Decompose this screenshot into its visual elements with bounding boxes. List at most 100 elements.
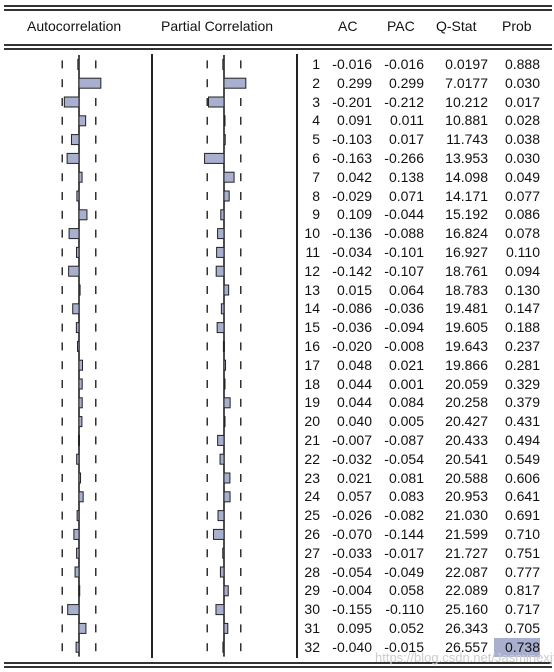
cell-ac[interactable]: 0.040 (322, 412, 372, 431)
cell-lag[interactable]: 28 (298, 563, 320, 582)
cell-lag[interactable]: 26 (298, 525, 320, 544)
cell-q[interactable]: 20.427 (428, 412, 488, 431)
cell-q[interactable]: 11.743 (428, 130, 488, 149)
cell-p[interactable]: 0.710 (494, 525, 540, 544)
cell-ac[interactable]: -0.029 (322, 187, 372, 206)
cell-pac[interactable]: -0.101 (376, 243, 424, 262)
cell-p[interactable]: 0.329 (494, 375, 540, 394)
cell-p[interactable]: 0.130 (494, 281, 540, 300)
cell-pac[interactable]: -0.088 (376, 224, 424, 243)
cell-lag[interactable]: 29 (298, 581, 320, 600)
cell-pac[interactable]: 0.052 (376, 619, 424, 638)
cell-q[interactable]: 13.953 (428, 149, 488, 168)
cell-ac[interactable]: -0.032 (322, 450, 372, 469)
cell-ac[interactable]: 0.091 (322, 111, 372, 130)
cell-pac[interactable]: 0.138 (376, 168, 424, 187)
cell-pac[interactable]: -0.094 (376, 318, 424, 337)
cell-p[interactable]: 0.494 (494, 431, 540, 450)
cell-q[interactable]: 20.588 (428, 469, 488, 488)
cell-lag[interactable]: 5 (298, 130, 320, 149)
cell-p[interactable]: 0.030 (494, 149, 540, 168)
cell-ac[interactable]: 0.015 (322, 281, 372, 300)
cell-p[interactable]: 0.431 (494, 412, 540, 431)
cell-q[interactable]: 21.599 (428, 525, 488, 544)
cell-p[interactable]: 0.549 (494, 450, 540, 469)
cell-p[interactable]: 0.751 (494, 544, 540, 563)
cell-ac[interactable]: -0.142 (322, 262, 372, 281)
cell-q[interactable]: 21.030 (428, 506, 488, 525)
cell-pac[interactable]: -0.054 (376, 450, 424, 469)
cell-p[interactable]: 0.077 (494, 187, 540, 206)
cell-p[interactable]: 0.717 (494, 600, 540, 619)
cell-q[interactable]: 18.783 (428, 281, 488, 300)
cell-ac[interactable]: -0.201 (322, 93, 372, 112)
cell-ac[interactable]: -0.070 (322, 525, 372, 544)
cell-q[interactable]: 14.098 (428, 168, 488, 187)
cell-ac[interactable]: -0.033 (322, 544, 372, 563)
cell-p[interactable]: 0.641 (494, 487, 540, 506)
cell-ac[interactable]: 0.021 (322, 469, 372, 488)
cell-lag[interactable]: 17 (298, 356, 320, 375)
cell-ac[interactable]: -0.103 (322, 130, 372, 149)
cell-q[interactable]: 19.605 (428, 318, 488, 337)
cell-p[interactable]: 0.705 (494, 619, 540, 638)
cell-pac[interactable]: -0.212 (376, 93, 424, 112)
cell-p[interactable]: 0.017 (494, 93, 540, 112)
cell-ac[interactable]: -0.163 (322, 149, 372, 168)
cell-lag[interactable]: 24 (298, 487, 320, 506)
cell-pac[interactable]: -0.036 (376, 299, 424, 318)
cell-q[interactable]: 21.727 (428, 544, 488, 563)
cell-q[interactable]: 19.481 (428, 299, 488, 318)
cell-lag[interactable]: 19 (298, 393, 320, 412)
cell-lag[interactable]: 8 (298, 187, 320, 206)
cell-ac[interactable]: -0.034 (322, 243, 372, 262)
cell-q[interactable]: 20.433 (428, 431, 488, 450)
cell-pac[interactable]: 0.083 (376, 487, 424, 506)
cell-lag[interactable]: 3 (298, 93, 320, 112)
cell-lag[interactable]: 1 (298, 55, 320, 74)
cell-pac[interactable]: 0.017 (376, 130, 424, 149)
cell-ac[interactable]: -0.036 (322, 318, 372, 337)
cell-lag[interactable]: 32 (298, 638, 320, 657)
cell-q[interactable]: 26.343 (428, 619, 488, 638)
cell-lag[interactable]: 21 (298, 431, 320, 450)
cell-q[interactable]: 16.927 (428, 243, 488, 262)
cell-ac[interactable]: -0.007 (322, 431, 372, 450)
cell-lag[interactable]: 30 (298, 600, 320, 619)
cell-p[interactable]: 0.888 (494, 55, 540, 74)
cell-q[interactable]: 14.171 (428, 187, 488, 206)
cell-lag[interactable]: 13 (298, 281, 320, 300)
cell-p[interactable]: 0.030 (494, 74, 540, 93)
cell-lag[interactable]: 23 (298, 469, 320, 488)
cell-lag[interactable]: 7 (298, 168, 320, 187)
cell-lag[interactable]: 16 (298, 337, 320, 356)
cell-q[interactable]: 19.866 (428, 356, 488, 375)
cell-ac[interactable]: 0.048 (322, 356, 372, 375)
cell-ac[interactable]: 0.095 (322, 619, 372, 638)
cell-lag[interactable]: 11 (298, 243, 320, 262)
cell-q[interactable]: 22.087 (428, 563, 488, 582)
cell-p[interactable]: 0.188 (494, 318, 540, 337)
cell-q[interactable]: 20.541 (428, 450, 488, 469)
cell-p[interactable]: 0.379 (494, 393, 540, 412)
cell-ac[interactable]: -0.136 (322, 224, 372, 243)
cell-pac[interactable]: -0.087 (376, 431, 424, 450)
cell-pac[interactable]: -0.266 (376, 149, 424, 168)
cell-pac[interactable]: 0.081 (376, 469, 424, 488)
cell-ac[interactable]: -0.054 (322, 563, 372, 582)
cell-p[interactable]: 0.094 (494, 262, 540, 281)
cell-lag[interactable]: 25 (298, 506, 320, 525)
cell-ac[interactable]: 0.057 (322, 487, 372, 506)
cell-lag[interactable]: 12 (298, 262, 320, 281)
cell-pac[interactable]: 0.021 (376, 356, 424, 375)
cell-pac[interactable]: 0.064 (376, 281, 424, 300)
cell-q[interactable]: 22.089 (428, 581, 488, 600)
cell-ac[interactable]: 0.299 (322, 74, 372, 93)
cell-lag[interactable]: 9 (298, 205, 320, 224)
cell-p[interactable]: 0.110 (494, 243, 540, 262)
cell-p[interactable]: 0.086 (494, 205, 540, 224)
cell-lag[interactable]: 14 (298, 299, 320, 318)
cell-pac[interactable]: -0.049 (376, 563, 424, 582)
cell-lag[interactable]: 22 (298, 450, 320, 469)
cell-q[interactable]: 20.953 (428, 487, 488, 506)
